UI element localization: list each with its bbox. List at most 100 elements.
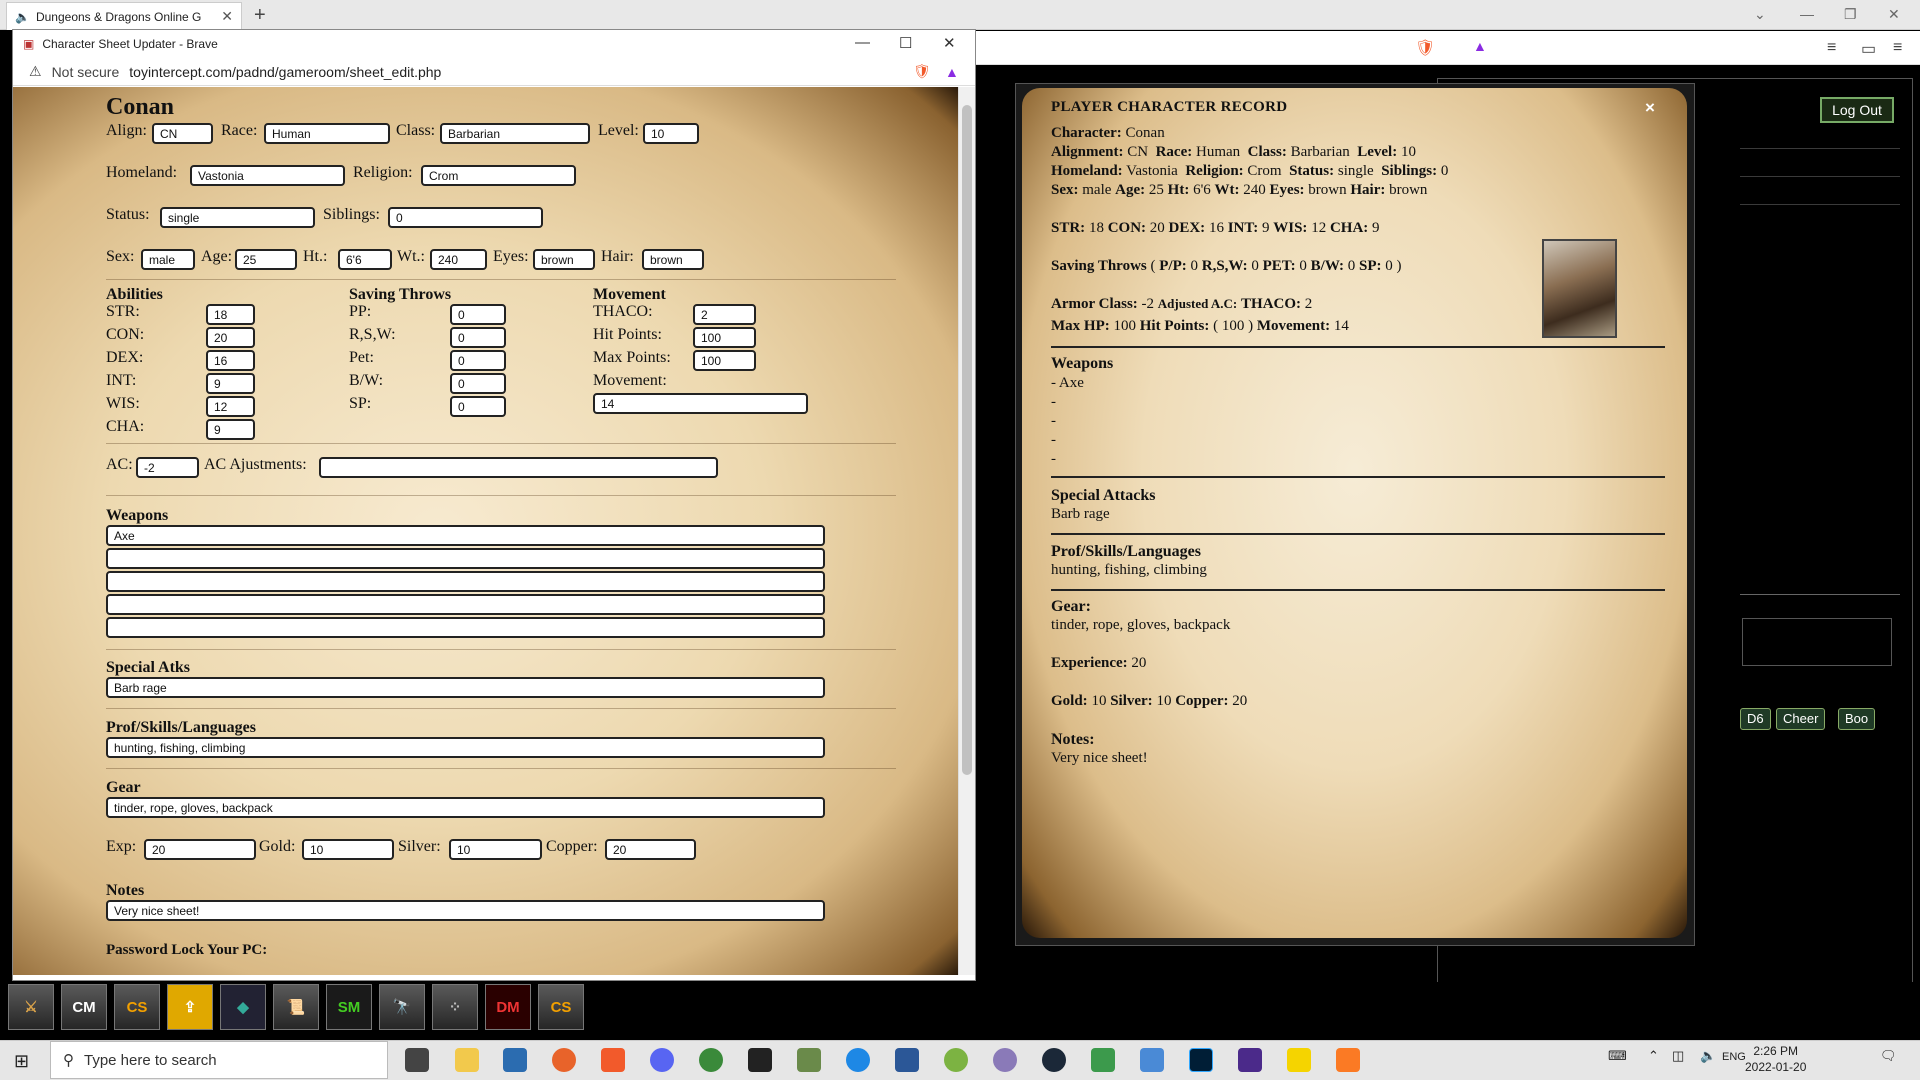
sword-icon[interactable]: ⚔ <box>8 984 54 1030</box>
launcher-cm[interactable]: CM <box>61 984 107 1030</box>
taskbar-clock[interactable]: 2:26 PM 2022-01-20 <box>1745 1043 1806 1075</box>
launcher-cs[interactable]: CS <box>114 984 160 1030</box>
homeland-input[interactable]: Vastonia <box>190 165 345 186</box>
dex-input[interactable]: 16 <box>206 350 255 371</box>
url-text[interactable]: toyintercept.com/padnd/gameroom/sheet_ed… <box>129 64 441 80</box>
class-input[interactable]: Barbarian <box>440 123 590 144</box>
ht-input[interactable]: 6'6 <box>338 249 392 270</box>
notes-input[interactable]: Very nice sheet! <box>106 900 825 921</box>
hit-points-input[interactable]: 100 <box>693 327 756 348</box>
eyes-input[interactable]: brown <box>533 249 595 270</box>
d6-button[interactable]: D6 <box>1740 708 1771 730</box>
app-icon[interactable] <box>748 1048 772 1072</box>
notification-icon[interactable]: 🗨 <box>1880 1048 1897 1064</box>
windows-start-icon[interactable]: ⊞ <box>14 1051 29 1072</box>
scroll-icon[interactable]: 📜 <box>273 984 319 1030</box>
launcher-sm[interactable]: SM <box>326 984 372 1030</box>
special-atks-input[interactable]: Barb rage <box>106 677 825 698</box>
pet-input[interactable]: 0 <box>450 350 506 371</box>
prof-input[interactable]: hunting, fishing, climbing <box>106 737 825 758</box>
exp-input[interactable]: 20 <box>144 839 256 860</box>
chevron-up-icon[interactable]: ⌃ <box>1648 1048 1659 1064</box>
discord-icon[interactable] <box>650 1048 674 1072</box>
app-icon[interactable] <box>1140 1048 1164 1072</box>
silver-input[interactable]: 10 <box>449 839 542 860</box>
app-icon[interactable] <box>993 1048 1017 1072</box>
xbox-icon[interactable] <box>699 1048 723 1072</box>
close-tab-icon[interactable]: ✕ <box>221 8 233 25</box>
wt-input[interactable]: 240 <box>430 249 487 270</box>
chat-input[interactable] <box>1742 618 1892 666</box>
telescope-icon[interactable]: 🔭 <box>379 984 425 1030</box>
rsw-input[interactable]: 0 <box>450 327 506 348</box>
cha-input[interactable]: 9 <box>206 419 255 440</box>
popup-address-bar[interactable]: ⚠ Not secure toyintercept.com/padnd/game… <box>13 58 975 86</box>
app-icon[interactable] <box>1091 1048 1115 1072</box>
age-input[interactable]: 25 <box>235 249 297 270</box>
volume-icon[interactable]: 🔈 <box>1700 1048 1716 1064</box>
wis-input[interactable]: 12 <box>206 396 255 417</box>
movement-input[interactable]: 14 <box>593 393 808 414</box>
cheer-button[interactable]: Cheer <box>1776 708 1826 730</box>
close-window-icon[interactable]: ✕ <box>1888 6 1900 23</box>
thaco-input[interactable]: 2 <box>693 304 756 325</box>
close-window-icon[interactable]: ✕ <box>943 34 956 52</box>
app-icon[interactable] <box>1238 1048 1262 1072</box>
app-icon[interactable] <box>797 1048 821 1072</box>
weapon-input-4[interactable] <box>106 594 825 615</box>
gear-input[interactable]: tinder, rope, gloves, backpack <box>106 797 825 818</box>
mail-icon[interactable] <box>503 1048 527 1072</box>
brave-shield-icon[interactable]: 🛡 <box>913 63 931 80</box>
xampp-icon[interactable] <box>1336 1048 1360 1072</box>
ac-input[interactable]: -2 <box>136 457 199 478</box>
race-input[interactable]: Human <box>264 123 390 144</box>
file-explorer-icon[interactable] <box>455 1048 479 1072</box>
ac-adjustments-input[interactable] <box>319 457 718 478</box>
upload-icon[interactable]: ⇪ <box>167 984 213 1030</box>
maximize-icon[interactable]: ☐ <box>899 34 912 52</box>
brave-icon[interactable] <box>601 1048 625 1072</box>
pp-input[interactable]: 0 <box>450 304 506 325</box>
dots-icon[interactable]: ⁘ <box>432 984 478 1030</box>
bw-input[interactable]: 0 <box>450 373 506 394</box>
outer-tab[interactable]: 🔈 Dungeons & Dragons Online G ✕ <box>6 2 242 30</box>
hair-input[interactable]: brown <box>642 249 704 270</box>
playlist-icon[interactable]: ≡ <box>1827 39 1836 57</box>
weapon-input-3[interactable] <box>106 571 825 592</box>
copper-input[interactable]: 20 <box>605 839 696 860</box>
keyboard-icon[interactable]: ⌨ <box>1608 1048 1627 1064</box>
task-view-icon[interactable] <box>405 1048 429 1072</box>
status-input[interactable]: single <box>160 207 315 228</box>
notes-icon[interactable] <box>1287 1048 1311 1072</box>
scrollbar-thumb[interactable] <box>962 105 972 775</box>
align-input[interactable]: CN <box>152 123 213 144</box>
brave-rewards-icon[interactable]: ▲ <box>945 64 959 80</box>
sex-input[interactable]: male <box>141 249 195 270</box>
religion-input[interactable]: Crom <box>421 165 576 186</box>
weapon-input-2[interactable] <box>106 548 825 569</box>
tab-search-icon[interactable]: ⌄ <box>1754 6 1766 23</box>
wallet-icon[interactable]: ▭ <box>1861 39 1876 59</box>
brave-rewards-icon[interactable]: ▲ <box>1473 38 1487 54</box>
sp-input[interactable]: 0 <box>450 396 506 417</box>
con-input[interactable]: 20 <box>206 327 255 348</box>
close-icon[interactable]: × <box>1645 98 1655 118</box>
new-tab-icon[interactable]: + <box>254 4 266 27</box>
siblings-input[interactable]: 0 <box>388 207 543 228</box>
max-points-input[interactable]: 100 <box>693 350 756 371</box>
language-indicator[interactable]: ENG <box>1722 1051 1746 1063</box>
steam-icon[interactable] <box>1042 1048 1066 1072</box>
weapon-input-1[interactable]: Axe <box>106 525 825 546</box>
minimize-icon[interactable]: — <box>855 34 870 51</box>
launcher-dm[interactable]: DM <box>485 984 531 1030</box>
logout-button[interactable]: Log Out <box>1820 97 1894 123</box>
network-icon[interactable]: ◫ <box>1672 1048 1684 1064</box>
menu-icon[interactable]: ≡ <box>1893 39 1902 57</box>
int-input[interactable]: 9 <box>206 373 255 394</box>
minimize-icon[interactable]: — <box>1800 6 1814 22</box>
str-input[interactable]: 18 <box>206 304 255 325</box>
weapon-input-5[interactable] <box>106 617 825 638</box>
boo-button[interactable]: Boo <box>1838 708 1876 730</box>
taskbar-search[interactable]: ⚲ Type here to search <box>50 1041 388 1079</box>
filezilla-icon[interactable] <box>895 1048 919 1072</box>
